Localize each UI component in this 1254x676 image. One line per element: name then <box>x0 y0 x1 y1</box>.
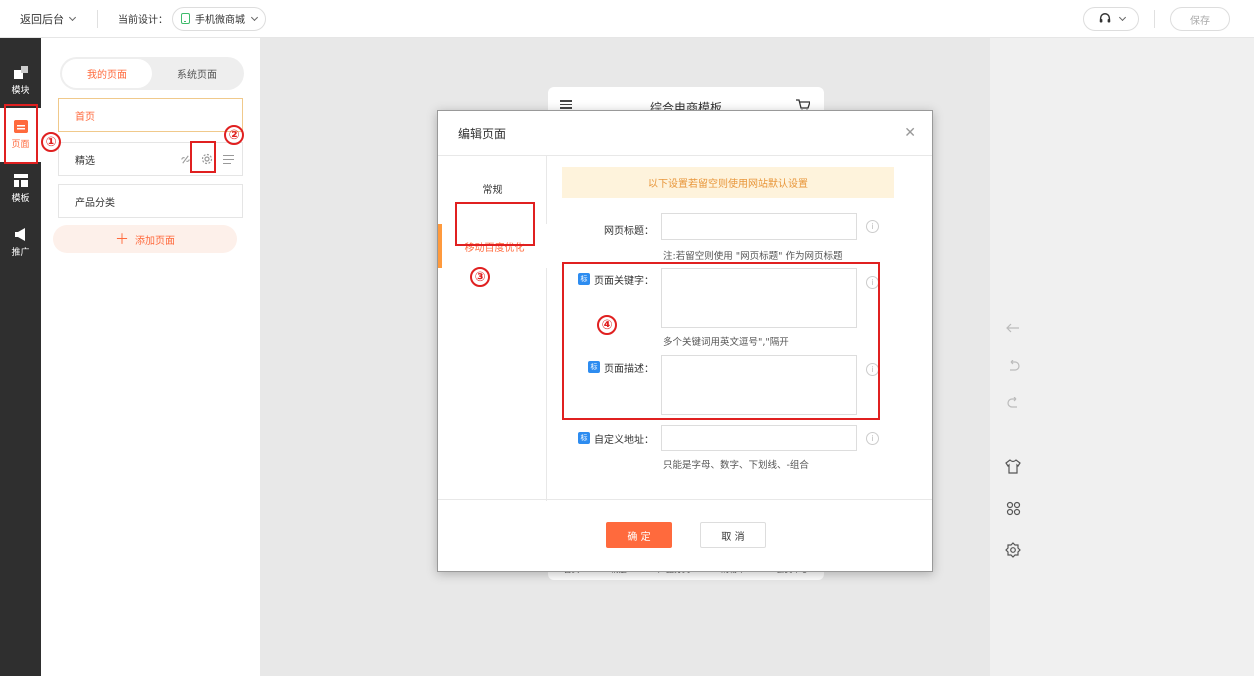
page-item-label: 精选 <box>75 155 95 167</box>
page-item-home[interactable]: 首页 <box>58 98 243 132</box>
mobile-phone-icon <box>181 13 190 24</box>
page-title-hint: 注:若留空则使用 "网页标题" 作为网页标题 <box>663 251 843 262</box>
right-tool-strip <box>990 38 1254 676</box>
add-page-button[interactable]: ＋ 添加页面 <box>53 225 237 253</box>
custom-url-label: 自定义地址： <box>594 434 654 446</box>
rail-item-label: 模块 <box>11 86 30 96</box>
topbar-actions: 保存 <box>1083 7 1230 31</box>
annotation-box-seo-fields <box>562 262 880 420</box>
add-page-label: 添加页面 <box>135 235 175 247</box>
page-title-input[interactable] <box>661 213 857 240</box>
tag-icon: 标 <box>578 432 590 444</box>
dialog-title: 编辑页面 <box>458 126 507 141</box>
drag-handle-icon[interactable] <box>223 154 234 164</box>
divider <box>97 9 98 28</box>
megaphone-icon <box>14 228 25 241</box>
dialog-footer: 确 定 取 消 <box>438 499 932 571</box>
default-settings-notice: 以下设置若留空则使用网站默认设置 <box>562 167 894 198</box>
page-item-label: 产品分类 <box>75 197 115 209</box>
rail-item-promotion[interactable]: 推广 <box>0 216 41 270</box>
back-to-admin-label: 返回后台 <box>20 12 64 26</box>
design-selector[interactable]: 手机微商城 <box>172 6 266 31</box>
close-icon[interactable]: ✕ <box>904 125 916 141</box>
back-to-admin-button[interactable]: 返回后台 <box>20 11 77 27</box>
rail-item-templates[interactable]: 模板 <box>0 162 41 216</box>
info-icon[interactable]: i <box>866 432 879 445</box>
rail-item-label: 推广 <box>11 248 30 258</box>
chevron-down-icon <box>250 13 259 21</box>
annotation-number: ④ <box>597 315 617 335</box>
top-bar: 返回后台 当前设计： 手机微商城 保存 <box>0 0 1254 38</box>
headset-icon <box>1099 13 1110 23</box>
chevron-down-icon <box>1118 13 1126 22</box>
page-type-switch: 我的页面 系统页面 <box>60 57 244 90</box>
chevron-down-icon <box>68 13 77 21</box>
page-item-label: 首页 <box>75 111 95 123</box>
rail-item-label: 模板 <box>11 194 30 204</box>
confirm-button[interactable]: 确 定 <box>606 522 672 548</box>
info-icon[interactable]: i <box>866 220 879 233</box>
custom-url-input[interactable] <box>661 425 857 451</box>
current-design-label: 当前设计： <box>118 15 168 26</box>
page-title-label: 网页标题： <box>604 225 654 237</box>
support-button[interactable] <box>1083 7 1139 31</box>
settings-gear-icon[interactable] <box>1005 542 1021 558</box>
annotation-box-settings <box>190 141 216 173</box>
rail-item-modules[interactable]: 模块 <box>0 54 41 108</box>
redo-icon[interactable] <box>1005 395 1021 411</box>
annotation-number: ① <box>41 132 61 152</box>
cancel-button[interactable]: 取 消 <box>700 522 766 548</box>
modules-icon <box>13 66 28 79</box>
page-item-categories[interactable]: 产品分类 <box>58 184 243 218</box>
undo-icon[interactable] <box>1005 358 1021 374</box>
back-arrow-icon[interactable] <box>1005 320 1021 336</box>
annotation-box-seo-tab <box>455 202 535 246</box>
theme-shirt-icon[interactable] <box>1005 458 1021 474</box>
dialog-header: 编辑页面 <box>438 111 932 156</box>
menu-icon <box>560 98 572 111</box>
tab-my-pages[interactable]: 我的页面 <box>62 59 152 88</box>
template-icon <box>13 174 28 187</box>
divider <box>1154 10 1155 28</box>
custom-url-label-row: 标 自定义地址： <box>562 430 654 446</box>
custom-url-hint: 只能是字母、数字、下划线、-组合 <box>663 460 809 471</box>
annotation-number: ② <box>224 125 244 145</box>
annotation-number: ③ <box>470 267 490 287</box>
annotation-box-pages <box>4 104 38 164</box>
tab-system-pages[interactable]: 系统页面 <box>152 59 242 88</box>
apps-grid-icon[interactable] <box>1005 500 1021 516</box>
save-button[interactable]: 保存 <box>1170 7 1230 31</box>
design-name: 手机微商城 <box>195 15 245 26</box>
plus-icon: ＋ <box>115 232 129 248</box>
